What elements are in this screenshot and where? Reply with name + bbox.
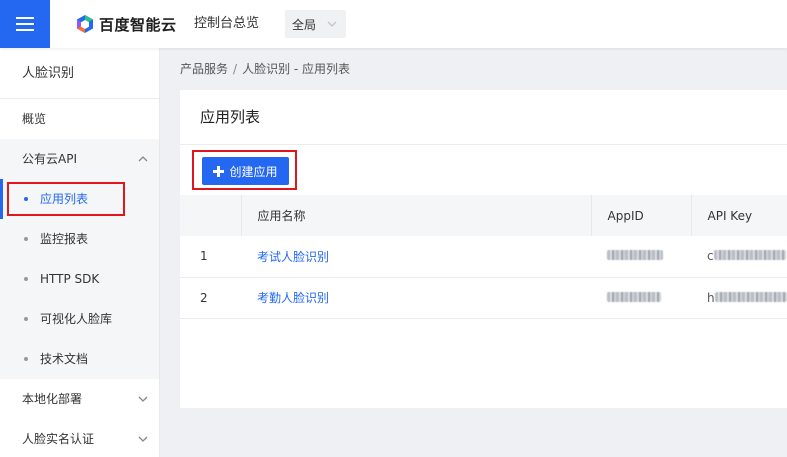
redaction-mask bbox=[713, 250, 786, 261]
sidebar-item-label: 技术文档 bbox=[40, 352, 89, 366]
region-select[interactable]: 全局 bbox=[285, 10, 346, 38]
hamburger-icon bbox=[16, 17, 34, 31]
chevron-down-icon bbox=[138, 436, 148, 442]
sidebar-item-overview[interactable]: 概览 bbox=[0, 99, 159, 139]
table-row: 1 考试人脸识别 c bbox=[180, 236, 787, 278]
bullet-icon bbox=[24, 277, 28, 281]
sidebar-item-tech-docs[interactable]: 技术文档 bbox=[0, 339, 159, 379]
breadcrumb-current: 人脸识别 - 应用列表 bbox=[242, 62, 351, 76]
chevron-up-icon bbox=[138, 156, 148, 162]
redaction-mask bbox=[714, 291, 787, 302]
appid-redacted bbox=[591, 236, 691, 278]
api-key-redacted: h bbox=[691, 277, 787, 319]
sidebar-item-face-library[interactable]: 可视化人脸库 bbox=[0, 299, 159, 339]
bullet-icon bbox=[24, 357, 28, 361]
brand-logo[interactable]: 百度智能云 bbox=[75, 13, 177, 35]
region-value: 全局 bbox=[292, 17, 317, 32]
highlight-box bbox=[7, 182, 125, 216]
chevron-down-icon bbox=[327, 21, 337, 27]
plus-icon bbox=[213, 165, 225, 177]
create-app-button[interactable]: 创建应用 bbox=[202, 157, 289, 185]
sidebar-item-label: 监控报表 bbox=[40, 232, 89, 246]
redaction-mask bbox=[607, 250, 663, 261]
sidebar-item-label: HTTP SDK bbox=[40, 272, 100, 286]
table-row: 2 考勤人脸识别 h bbox=[180, 277, 787, 319]
column-header-appid: AppID bbox=[591, 195, 692, 236]
breadcrumb: 产品服务 / 人脸识别 - 应用列表 bbox=[180, 48, 350, 90]
console-overview-link[interactable]: 控制台总览 bbox=[194, 0, 259, 48]
sidebar-title: 人脸识别 bbox=[0, 48, 159, 99]
active-indicator bbox=[0, 179, 3, 219]
sidebar-item-http-sdk[interactable]: HTTP SDK bbox=[0, 259, 159, 299]
create-app-label: 创建应用 bbox=[229, 164, 278, 179]
chevron-down-icon bbox=[138, 396, 148, 402]
app-list-card: 应用列表 创建应用 应用名称 AppID API Key 1 考试人脸识别 c bbox=[180, 90, 787, 408]
row-index: 1 bbox=[180, 236, 241, 278]
breadcrumb-root[interactable]: 产品服务 bbox=[180, 62, 228, 76]
page-title: 应用列表 bbox=[180, 90, 787, 145]
api-key-redacted: c bbox=[691, 236, 787, 278]
baidu-cloud-logo-icon bbox=[77, 15, 93, 33]
bullet-icon bbox=[24, 237, 28, 241]
app-name-link[interactable]: 考试人脸识别 bbox=[241, 236, 591, 278]
column-header-app-name: 应用名称 bbox=[241, 195, 592, 236]
column-header-api-key: API Key bbox=[691, 195, 787, 236]
sidebar-group-label: 公有云API bbox=[22, 152, 77, 166]
sidebar-group-label: 人脸实名认证 bbox=[22, 432, 95, 446]
sidebar-group-public-api[interactable]: 公有云API bbox=[0, 139, 159, 179]
api-key-prefix: c bbox=[707, 249, 714, 264]
appid-redacted bbox=[591, 277, 691, 319]
sidebar-item-monitoring[interactable]: 监控报表 bbox=[0, 219, 159, 259]
sidebar: 人脸识别 概览 公有云API 应用列表 监控报表 HTTP SDK 可视化人脸库… bbox=[0, 48, 160, 457]
top-bar: 百度智能云 控制台总览 全局 bbox=[0, 0, 787, 48]
bullet-icon bbox=[24, 317, 28, 321]
sidebar-group-local-deploy[interactable]: 本地化部署 bbox=[0, 379, 159, 419]
app-table: 应用名称 AppID API Key 1 考试人脸识别 c 2 考勤人脸识别 h bbox=[180, 195, 787, 319]
breadcrumb-separator: / bbox=[233, 62, 238, 76]
sidebar-item-app-list[interactable]: 应用列表 bbox=[0, 179, 159, 219]
menu-button[interactable] bbox=[0, 0, 50, 48]
column-header-index bbox=[180, 195, 242, 236]
sidebar-item-label: 可视化人脸库 bbox=[40, 312, 113, 326]
highlight-box: 创建应用 bbox=[192, 150, 297, 190]
app-name-link[interactable]: 考勤人脸识别 bbox=[241, 277, 591, 319]
sidebar-group-label: 本地化部署 bbox=[22, 392, 83, 406]
brand-name: 百度智能云 bbox=[99, 15, 177, 34]
redaction-mask bbox=[607, 291, 661, 302]
sidebar-group-realname-auth[interactable]: 人脸实名认证 bbox=[0, 419, 159, 457]
api-key-prefix: h bbox=[707, 290, 715, 305]
table-header-row: 应用名称 AppID API Key bbox=[180, 195, 787, 236]
row-index: 2 bbox=[180, 277, 241, 319]
